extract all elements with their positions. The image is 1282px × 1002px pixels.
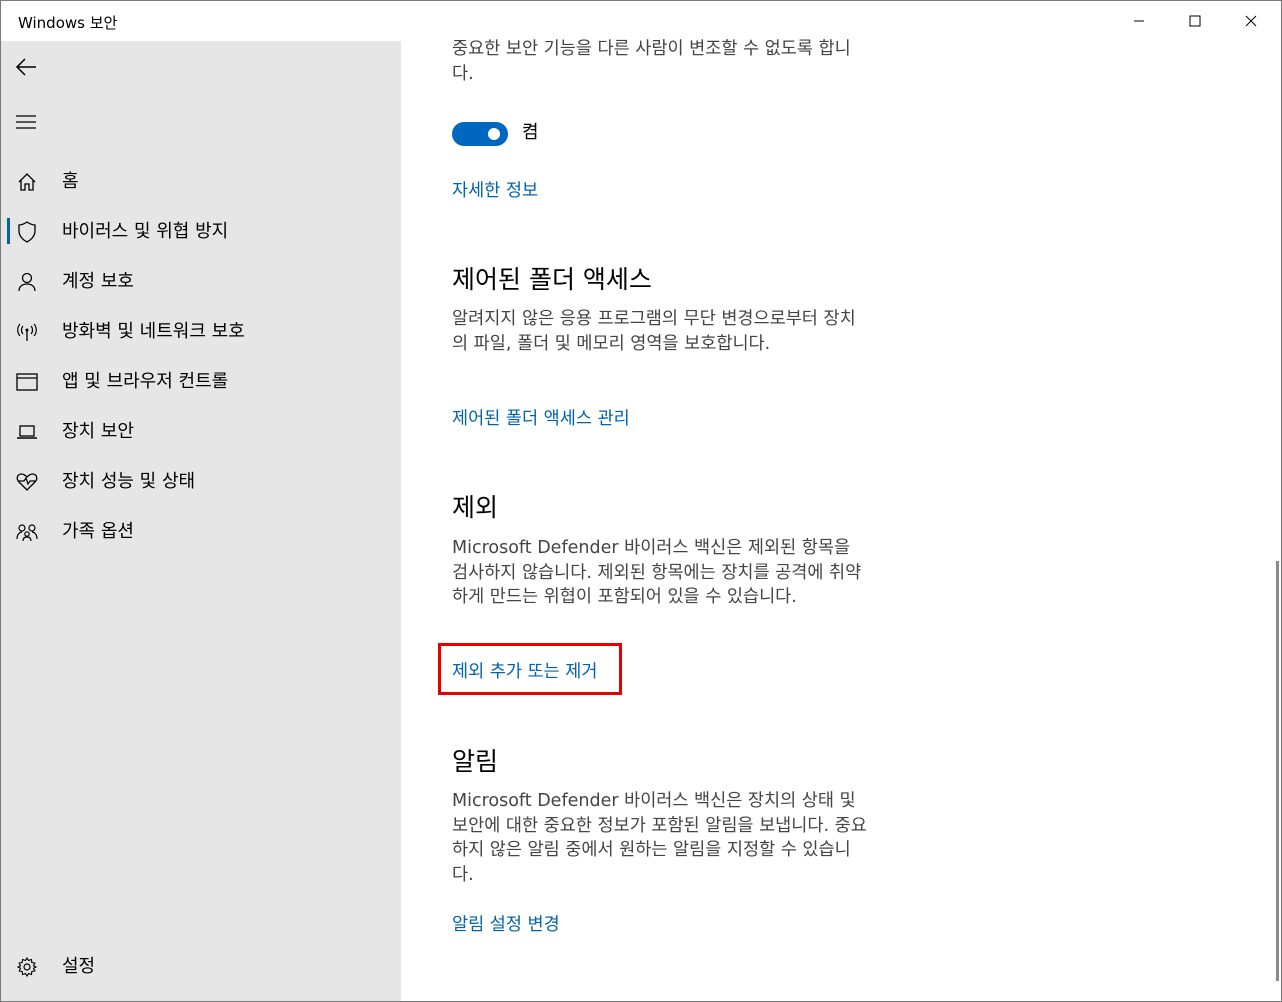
gear-icon [15, 955, 39, 979]
windows-security-window: Windows 보안 홈 바이러스 및 위협 방지 계정 보호 방화벽 및 네트… [0, 0, 1282, 1002]
home-icon [15, 170, 39, 194]
notifications-heading: 알림 [452, 747, 499, 776]
menu-button[interactable] [9, 105, 43, 139]
hamburger-icon [16, 115, 36, 129]
title-bar: Windows 보안 [1, 1, 1281, 41]
notifications-description: Microsoft Defender 바이러스 백신은 장치의 상태 및 보안에… [452, 791, 867, 885]
minimize-button[interactable] [1111, 1, 1167, 41]
back-arrow-icon [15, 58, 36, 76]
nav-item-account-protection[interactable]: 계정 보호 [1, 258, 401, 306]
nav-item-family-options[interactable]: 가족 옵션 [1, 508, 401, 556]
antenna-icon [15, 320, 39, 344]
nav-item-label: 장치 보안 [62, 421, 134, 442]
change-notification-settings-link[interactable]: 알림 설정 변경 [452, 913, 560, 937]
tamper-learn-more-link[interactable]: 자세한 정보 [452, 179, 538, 203]
family-icon [15, 520, 39, 544]
nav-item-device-security[interactable]: 장치 보안 [1, 408, 401, 456]
nav-item-firewall[interactable]: 방화벽 및 네트워크 보호 [1, 308, 401, 356]
close-icon [1245, 15, 1257, 27]
scrollbar-thumb[interactable] [1276, 561, 1279, 981]
toggle-state-label: 켬 [522, 122, 539, 143]
person-icon [15, 270, 39, 294]
nav-item-label: 앱 및 브라우저 컨트롤 [62, 371, 229, 392]
close-button[interactable] [1223, 1, 1279, 41]
nav-item-label: 바이러스 및 위협 방지 [62, 221, 229, 242]
nav-item-label: 장치 성능 및 상태 [62, 471, 196, 492]
exclusions-description: Microsoft Defender 바이러스 백신은 제외된 항목을 검사하지… [452, 538, 862, 607]
add-remove-exclusions-link[interactable]: 제외 추가 또는 제거 [452, 660, 598, 684]
main-content: 중요한 보안 기능을 다른 사람이 변조할 수 없도록 합니다. 켬 자세한 정… [401, 39, 1281, 1001]
nav-item-label: 홈 [62, 171, 79, 192]
maximize-button[interactable] [1167, 1, 1223, 41]
nav-item-label: 설정 [62, 956, 96, 977]
tamper-protection-description: 중요한 보안 기능을 다른 사람이 변조할 수 없도록 합니다. [452, 39, 851, 84]
nav-item-label: 계정 보호 [62, 271, 134, 292]
nav-item-app-browser-control[interactable]: 앱 및 브라우저 컨트롤 [1, 358, 401, 406]
minimize-icon [1134, 20, 1144, 22]
window-title: Windows 보안 [18, 14, 118, 32]
nav-item-settings[interactable]: 설정 [1, 943, 401, 991]
laptop-icon [15, 420, 39, 444]
shield-icon [15, 220, 39, 244]
tamper-protection-toggle[interactable] [452, 122, 508, 146]
scrollbar[interactable] [1273, 41, 1281, 1001]
nav-item-home[interactable]: 홈 [1, 158, 401, 206]
sidebar: 홈 바이러스 및 위협 방지 계정 보호 방화벽 및 네트워크 보호 앱 및 브… [1, 41, 401, 1001]
heart-pulse-icon [15, 470, 39, 494]
nav-item-device-performance[interactable]: 장치 성능 및 상태 [1, 458, 401, 506]
nav-item-virus-protection[interactable]: 바이러스 및 위협 방지 [1, 208, 401, 256]
toggle-knob [488, 128, 500, 140]
nav-item-label: 방화벽 및 네트워크 보호 [62, 321, 245, 342]
back-button[interactable] [9, 50, 43, 84]
selection-indicator [7, 218, 10, 244]
browser-window-icon [15, 370, 39, 394]
nav-item-label: 가족 옵션 [62, 521, 134, 542]
manage-cfa-link[interactable]: 제어된 폴더 액세스 관리 [452, 407, 630, 431]
cfa-description: 알려지지 않은 응용 프로그램의 무단 변경으로부터 장치의 파일, 폴더 및 … [452, 309, 856, 354]
exclusions-heading: 제외 [452, 493, 499, 522]
maximize-icon [1189, 15, 1201, 27]
cfa-heading: 제어된 폴더 액세스 [452, 265, 652, 294]
